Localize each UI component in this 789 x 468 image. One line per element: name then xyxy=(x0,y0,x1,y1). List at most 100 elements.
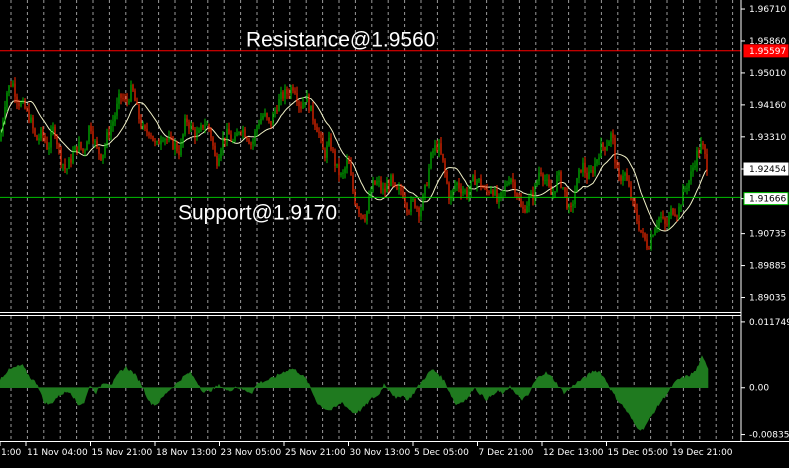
candle-body xyxy=(584,162,586,173)
candle-body xyxy=(550,186,552,195)
candle-body xyxy=(596,159,598,164)
candle-body xyxy=(344,168,346,173)
candle-body xyxy=(74,146,76,153)
candle-body xyxy=(52,126,54,132)
candle-body xyxy=(68,158,70,169)
candle-body xyxy=(382,188,384,190)
candle-body xyxy=(316,126,318,133)
candle-body xyxy=(70,158,72,163)
candle-body xyxy=(158,141,160,145)
time-tick-label: 11 Nov 04:00 xyxy=(27,448,88,458)
resistance-annotation: Resistance@1.9560 xyxy=(246,29,435,52)
candle-body xyxy=(30,117,32,122)
candle-body xyxy=(134,90,136,102)
candle-body xyxy=(96,141,98,148)
candle-body xyxy=(624,173,626,176)
candle-body xyxy=(360,213,362,215)
candle-body xyxy=(438,143,440,151)
candle-body xyxy=(530,192,532,198)
candle-body xyxy=(270,120,272,126)
candle-body xyxy=(380,180,382,190)
candle-body xyxy=(242,129,244,133)
candle-body xyxy=(228,128,230,135)
candle-body xyxy=(416,207,418,209)
candle-body xyxy=(618,168,620,177)
candle-body xyxy=(0,133,2,141)
candle-body xyxy=(436,145,438,151)
candle-body xyxy=(446,171,448,184)
candle-body xyxy=(532,192,534,200)
time-tick-label: 7 Dec 21:00 xyxy=(479,448,534,458)
candle-body xyxy=(598,157,600,160)
candle-body xyxy=(414,199,416,208)
candle-body xyxy=(476,180,478,186)
candle-body xyxy=(300,106,302,109)
candle-body xyxy=(546,179,548,181)
candle-body xyxy=(186,118,188,123)
candle-body xyxy=(338,163,340,176)
candle-body xyxy=(224,137,226,142)
candle-body xyxy=(326,145,328,158)
candle-body xyxy=(670,208,672,216)
candle-body xyxy=(612,133,614,138)
candle-body xyxy=(688,180,690,188)
candle-body xyxy=(388,183,390,186)
candle-body xyxy=(302,102,304,109)
candle-body xyxy=(434,145,436,151)
candle-body xyxy=(210,128,212,138)
candle-body xyxy=(222,137,224,150)
candle-body xyxy=(662,216,664,218)
candle-body xyxy=(88,125,90,142)
candle-body xyxy=(140,119,142,128)
candle-body xyxy=(294,90,296,94)
candle-body xyxy=(466,190,468,197)
candle-body xyxy=(40,129,42,139)
candle-body xyxy=(636,209,638,221)
candle-body xyxy=(172,137,174,150)
candle-body xyxy=(668,215,670,225)
candle-body xyxy=(24,100,26,109)
candle-body xyxy=(390,175,392,186)
time-tick-label: 23 Nov 05:00 xyxy=(221,448,282,458)
candle-body xyxy=(660,216,662,218)
candle-body xyxy=(408,211,410,213)
candle-body xyxy=(692,167,694,172)
candle-body xyxy=(484,188,486,190)
candle-body xyxy=(308,94,310,112)
candle-body xyxy=(616,162,618,169)
candle-body xyxy=(198,130,200,133)
candle-body xyxy=(8,85,10,93)
candle-body xyxy=(110,125,112,136)
candle-body xyxy=(620,176,622,181)
candle-body xyxy=(674,214,676,216)
candle-body xyxy=(10,85,12,87)
candle-body xyxy=(236,133,238,137)
candle-body xyxy=(340,173,342,176)
candle-body xyxy=(398,187,400,190)
candle-body xyxy=(332,149,334,151)
candle-body xyxy=(400,187,402,191)
candle-body xyxy=(14,83,16,97)
candle-body xyxy=(182,134,184,144)
candle-body xyxy=(502,190,504,193)
candle-body xyxy=(488,191,490,194)
candle-body xyxy=(468,191,470,197)
candle-body xyxy=(568,205,570,209)
candle-body xyxy=(698,150,700,154)
candle-body xyxy=(482,186,484,189)
candle-body xyxy=(494,189,496,195)
candle-body xyxy=(672,208,674,215)
candle-body xyxy=(132,84,134,91)
candle-body xyxy=(334,150,336,166)
candle-body xyxy=(244,129,246,138)
candle-body xyxy=(314,120,316,127)
candle-body xyxy=(656,225,658,230)
candle-body xyxy=(248,139,250,144)
candle-body xyxy=(180,143,182,156)
candle-body xyxy=(646,239,648,249)
candle-body xyxy=(42,129,44,137)
candle-body xyxy=(78,141,80,152)
candle-body xyxy=(508,182,510,185)
candle-body xyxy=(404,197,406,204)
candle-body xyxy=(234,136,236,142)
